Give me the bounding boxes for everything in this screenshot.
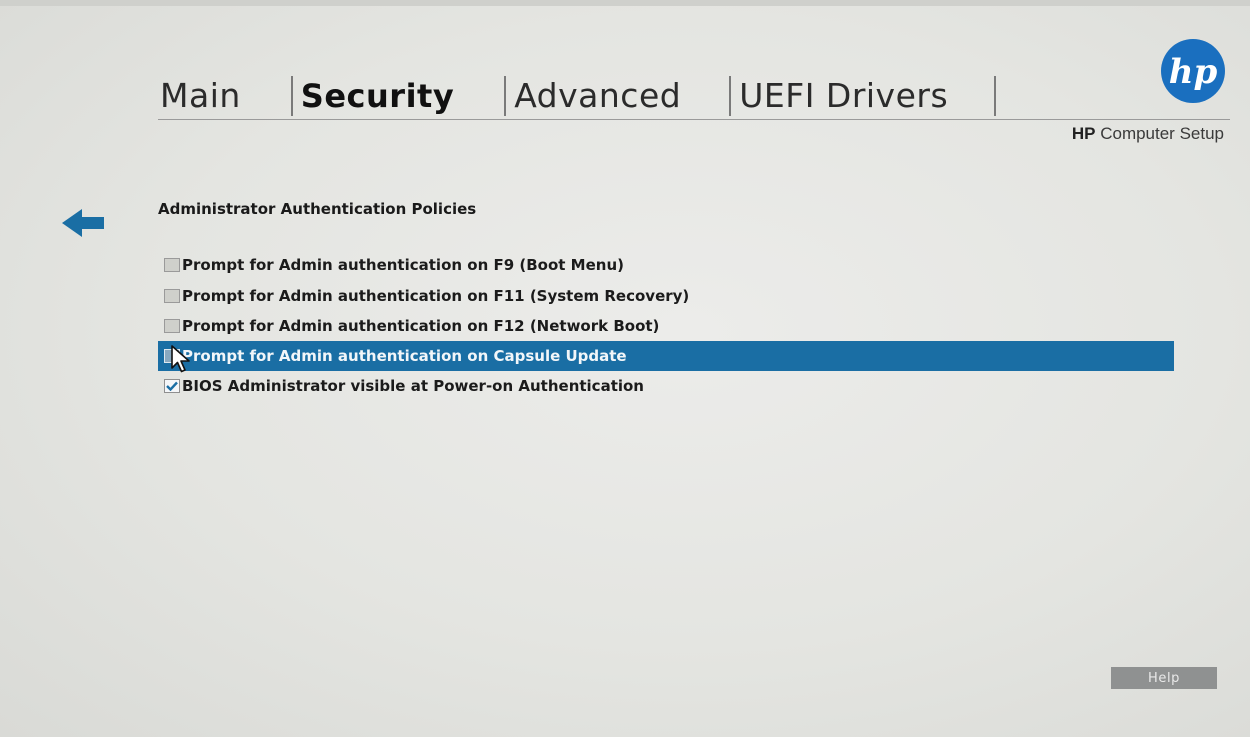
tab-main[interactable]: Main <box>158 74 291 118</box>
checkbox[interactable] <box>164 289 180 303</box>
option-f12-network-boot[interactable]: Prompt for Admin authentication on F12 (… <box>158 311 1174 341</box>
option-f9-boot-menu[interactable]: Prompt for Admin authentication on F9 (B… <box>158 250 1174 280</box>
tab-underline <box>158 119 1230 120</box>
option-label: Prompt for Admin authentication on F9 (B… <box>182 256 624 274</box>
option-label: BIOS Administrator visible at Power-on A… <box>182 377 644 395</box>
option-label: Prompt for Admin authentication on F12 (… <box>182 317 660 335</box>
option-f11-system-recovery[interactable]: Prompt for Admin authentication on F11 (… <box>158 281 1174 311</box>
tab-separator <box>994 76 997 116</box>
checkbox[interactable] <box>164 319 180 333</box>
screen-bezel <box>0 0 1250 6</box>
page-title: Administrator Authentication Policies <box>158 200 477 218</box>
arrow-left-icon[interactable] <box>60 205 106 241</box>
hp-logo: hp <box>1161 39 1225 103</box>
option-bios-admin-visible[interactable]: BIOS Administrator visible at Power-on A… <box>158 371 1174 401</box>
logo-text: hp <box>1169 52 1218 92</box>
checkbox-checked[interactable] <box>164 379 180 393</box>
option-label: Prompt for Admin authentication on Capsu… <box>182 347 627 365</box>
help-button[interactable]: Help <box>1111 667 1217 689</box>
option-capsule-update[interactable]: Prompt for Admin authentication on Capsu… <box>158 341 1174 371</box>
mouse-pointer-icon <box>171 345 190 373</box>
tab-advanced[interactable]: Advanced <box>506 74 729 118</box>
brand-rest: Computer Setup <box>1095 124 1224 143</box>
tab-uefi-drivers[interactable]: UEFI Drivers <box>731 74 994 118</box>
checkmark-icon <box>166 381 178 391</box>
brand-title: HP Computer Setup <box>1072 124 1224 144</box>
option-label: Prompt for Admin authentication on F11 (… <box>182 287 690 305</box>
checkbox[interactable] <box>164 258 180 272</box>
bios-screen: Main Security Advanced UEFI Drivers hp H… <box>0 0 1250 737</box>
tab-security[interactable]: Security <box>293 74 504 118</box>
tab-bar: Main Security Advanced UEFI Drivers <box>158 70 997 118</box>
brand-bold: HP <box>1071 124 1096 143</box>
